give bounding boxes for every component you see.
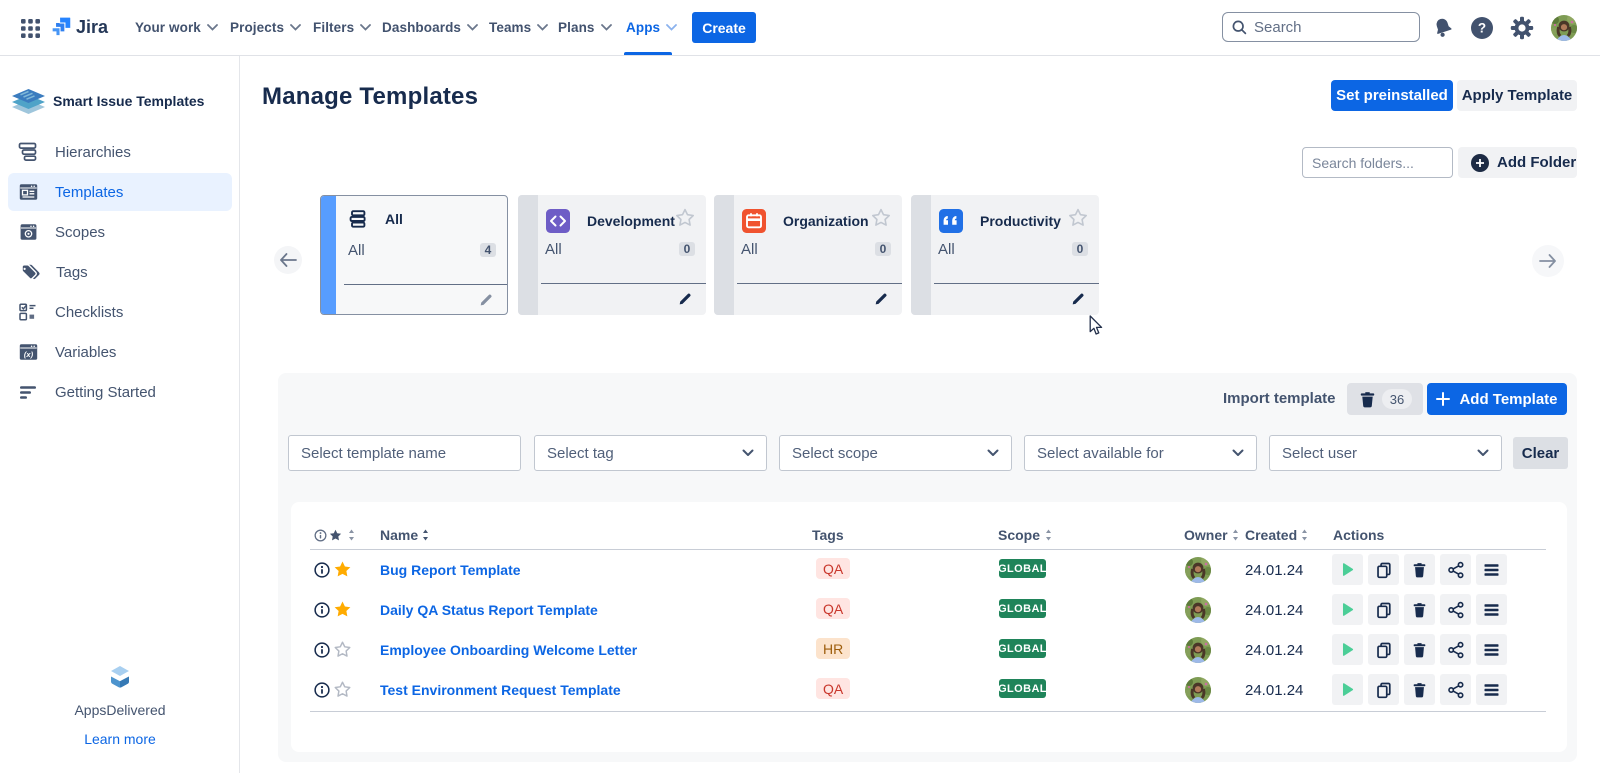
svg-text:(x): (x) xyxy=(24,350,34,359)
svg-text:?: ? xyxy=(1478,21,1486,36)
